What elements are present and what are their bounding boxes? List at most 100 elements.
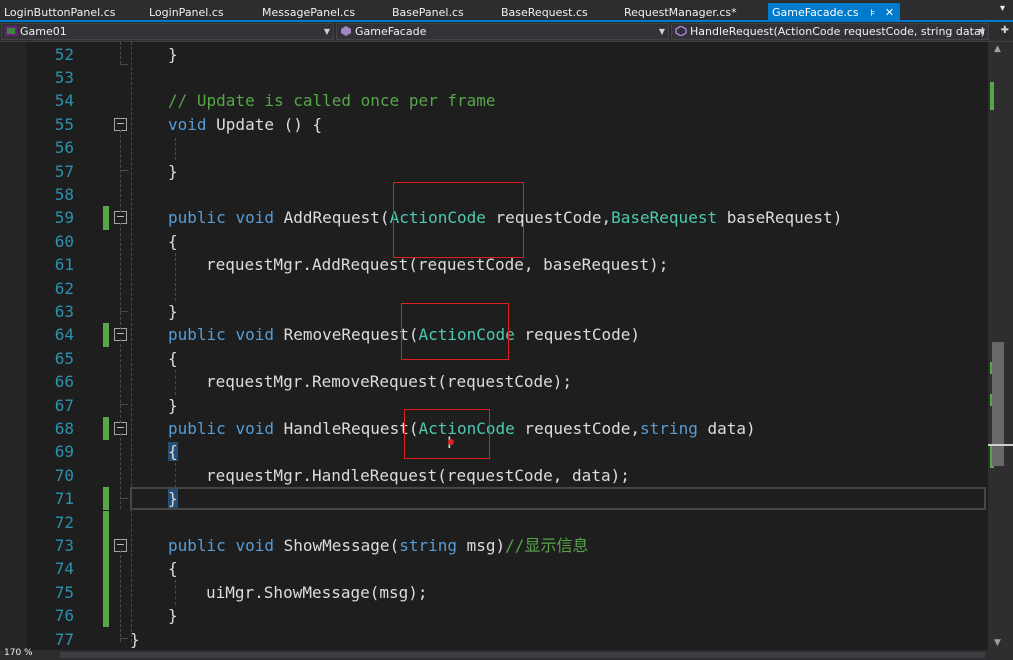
line-number: 71 [54, 489, 74, 509]
code-text: requestMgr.HandleRequest(requestCode, da… [206, 464, 630, 487]
collapse-icon[interactable]: − [114, 117, 127, 131]
line-number: 74 [54, 559, 74, 579]
class-dropdown[interactable]: GameFacade ▼ [336, 23, 669, 40]
tab-baserequest[interactable]: BaseRequest.cs [501, 4, 588, 21]
outline-guide-end [120, 64, 128, 65]
code-token: } [168, 301, 178, 321]
zoom-level[interactable]: 170 % [4, 648, 33, 658]
code-token: string [399, 535, 457, 555]
outline-guide [175, 138, 176, 160]
code-token: requestMgr.RemoveRequest(requestCode); [206, 372, 573, 392]
code-token: public [168, 535, 226, 555]
code-line[interactable]: 62 [0, 277, 988, 300]
code-line[interactable]: 67} [0, 394, 988, 417]
member-dropdown[interactable]: HandleRequest(ActionCode requestCode, st… [671, 23, 989, 40]
line-number: 65 [54, 348, 74, 368]
line-number: 76 [54, 606, 74, 626]
tab-basepanel[interactable]: BasePanel.cs [392, 4, 464, 21]
scroll-up-icon[interactable]: ▲ [994, 44, 1001, 54]
horizontal-scrollbar[interactable] [60, 652, 985, 658]
code-token: // Update is called once per frame [168, 91, 496, 111]
code-token: requestCode, [514, 418, 641, 438]
tab-loginbuttonpanel[interactable]: LoginButtonPanel.cs [4, 4, 115, 21]
code-token: void [235, 208, 274, 228]
tab-loginpanel[interactable]: LoginPanel.cs [149, 4, 224, 21]
pin-icon[interactable]: ⊧ [870, 8, 875, 19]
code-token: uiMgr.ShowMessage(msg); [206, 582, 428, 602]
outline-guide-end [120, 498, 128, 499]
code-token: public [168, 325, 226, 345]
change-indicator [103, 580, 109, 605]
code-editor[interactable]: 52} 53 54// Update is called once per fram… [0, 42, 988, 650]
code-line[interactable]: 69 { [0, 440, 988, 463]
code-line[interactable]: 52} [0, 43, 988, 66]
code-line[interactable]: 75 uiMgr.ShowMessage(msg); [0, 581, 988, 604]
outline-guide [120, 42, 121, 64]
code-line[interactable]: 53 [0, 66, 988, 89]
code-line[interactable]: 72 [0, 511, 988, 534]
code-line[interactable]: 57} [0, 160, 988, 183]
tab-requestmanager[interactable]: RequestManager.cs* [624, 4, 737, 21]
outline-guide [131, 42, 132, 642]
outline-guide [120, 339, 121, 423]
change-indicator [103, 206, 109, 230]
code-line[interactable]: 70 requestMgr.HandleRequest(requestCode, … [0, 464, 988, 487]
split-window-icon[interactable]: ✚ [1001, 25, 1009, 36]
vertical-scrollbar[interactable]: ▲ ▼ [988, 42, 1013, 650]
code-line[interactable]: 74 { [0, 557, 988, 580]
code-line[interactable]: 76} [0, 604, 988, 627]
line-number: 75 [54, 582, 74, 602]
code-token: } [168, 606, 178, 626]
outline-guide [120, 223, 121, 330]
code-text: } [168, 394, 178, 417]
tab-gamefacade[interactable]: GameFacade.cs ⊧ ✕ [768, 3, 901, 22]
line-number: 67 [54, 395, 74, 415]
line-number: 60 [54, 231, 74, 251]
line-number: 77 [54, 629, 74, 649]
code-text: requestMgr.RemoveRequest(requestCode); [206, 370, 572, 393]
method-icon [675, 26, 687, 36]
code-token: BaseRequest [611, 208, 718, 228]
code-line[interactable]: 56 [0, 136, 988, 159]
code-line[interactable]: 77} [0, 628, 988, 651]
code-text: void Update () { [168, 113, 322, 136]
tab-messagepanel[interactable]: MessagePanel.cs [262, 4, 355, 21]
close-icon[interactable]: ✕ [885, 6, 894, 19]
line-number: 66 [54, 372, 74, 392]
csharp-project-icon [5, 26, 17, 36]
line-number: 73 [54, 535, 74, 555]
line-number: 56 [54, 138, 74, 158]
code-token: void [235, 418, 274, 438]
code-token: } [168, 161, 178, 181]
outline-guide [175, 370, 176, 395]
code-token: public [168, 208, 226, 228]
code-line[interactable]: 66 requestMgr.RemoveRequest(requestCode); [0, 370, 988, 393]
code-token: { [168, 559, 178, 579]
code-text: { [168, 440, 178, 463]
outline-guide-end [120, 311, 128, 312]
code-line[interactable]: 55 void Update () { [0, 113, 988, 136]
change-indicator [103, 533, 109, 558]
tab-overflow-icon[interactable]: ▾ [1000, 3, 1005, 14]
scroll-down-icon[interactable]: ▼ [994, 638, 1001, 648]
line-number: 63 [54, 301, 74, 321]
outline-guide [120, 130, 121, 212]
scrollbar-thumb[interactable] [992, 342, 1004, 466]
line-number: 55 [54, 114, 74, 134]
code-token: void [235, 535, 274, 555]
line-number: 58 [54, 184, 74, 204]
caret-position-marker [988, 444, 1013, 446]
code-text: { [168, 230, 178, 253]
class-name: GameFacade [355, 25, 427, 38]
code-text: } [168, 300, 178, 323]
line-number: 59 [54, 208, 74, 228]
project-dropdown[interactable]: Game01 ▼ [1, 23, 334, 40]
code-line[interactable]: 68 public void HandleRequest(ActionCode r… [0, 417, 988, 440]
change-indicator [103, 557, 109, 581]
outline-guide-end [120, 638, 128, 639]
code-line[interactable]: 73 public void ShowMessage(string msg)//显… [0, 534, 988, 557]
code-line[interactable]: 54 // Update is called once per frame [0, 89, 988, 112]
